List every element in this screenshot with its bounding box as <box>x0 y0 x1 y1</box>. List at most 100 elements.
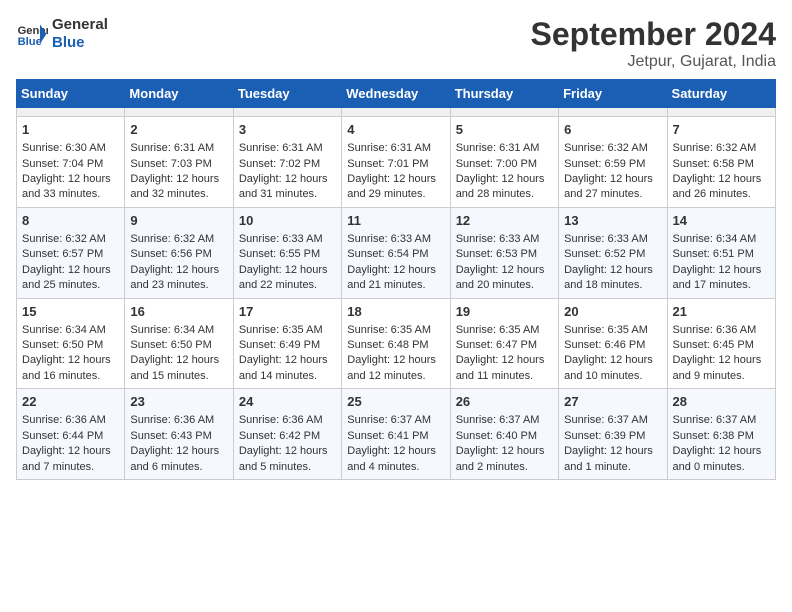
calendar-row-3: 8Sunrise: 6:32 AMSunset: 6:57 PMDaylight… <box>17 207 776 298</box>
day-info: Daylight: 12 hours <box>347 172 444 187</box>
day-number: 2 <box>130 121 227 139</box>
day-info: and 21 minutes. <box>347 278 444 293</box>
day-number: 13 <box>564 212 661 230</box>
day-info: Sunset: 6:44 PM <box>22 429 119 444</box>
col-monday: Monday <box>125 80 233 108</box>
day-info: Sunset: 6:46 PM <box>564 338 661 353</box>
table-cell: 1Sunrise: 6:30 AMSunset: 7:04 PMDaylight… <box>17 117 125 208</box>
day-info: and 17 minutes. <box>673 278 770 293</box>
day-info: Sunrise: 6:33 AM <box>456 232 553 247</box>
table-cell: 8 Sunrise: 6:32 AMSunset: 6:57 PMDaylight… <box>17 207 125 298</box>
col-wednesday: Wednesday <box>342 80 450 108</box>
table-cell: 4Sunrise: 6:31 AMSunset: 7:01 PMDaylight… <box>342 117 450 208</box>
page-header: General Blue General Blue September 2024… <box>16 16 776 71</box>
table-cell: 24Sunrise: 6:36 AMSunset: 6:42 PMDayligh… <box>233 389 341 480</box>
day-info: and 15 minutes. <box>130 369 227 384</box>
logo-text-blue: Blue <box>52 34 108 52</box>
day-info: Sunset: 6:47 PM <box>456 338 553 353</box>
day-number: 24 <box>239 393 336 411</box>
day-info: Daylight: 12 hours <box>130 263 227 278</box>
day-info: Sunset: 6:50 PM <box>22 338 119 353</box>
day-info: Sunrise: 6:35 AM <box>239 323 336 338</box>
table-cell <box>342 108 450 117</box>
day-number: 8 <box>22 212 119 230</box>
day-info: Sunrise: 6:36 AM <box>22 413 119 428</box>
day-info: Daylight: 12 hours <box>673 444 770 459</box>
title-block: September 2024 Jetpur, Gujarat, India <box>531 16 776 71</box>
table-cell: 23Sunrise: 6:36 AMSunset: 6:43 PMDayligh… <box>125 389 233 480</box>
table-cell: 20Sunrise: 6:35 AMSunset: 6:46 PMDayligh… <box>559 298 667 389</box>
calendar-table: Sunday Monday Tuesday Wednesday Thursday… <box>16 79 776 480</box>
day-info: Daylight: 12 hours <box>239 353 336 368</box>
day-number: 14 <box>673 212 770 230</box>
day-info: Sunrise: 6:35 AM <box>456 323 553 338</box>
day-info: and 14 minutes. <box>239 369 336 384</box>
table-cell: 27Sunrise: 6:37 AMSunset: 6:39 PMDayligh… <box>559 389 667 480</box>
day-number: 15 <box>22 303 119 321</box>
calendar-row-2: 1Sunrise: 6:30 AMSunset: 7:04 PMDaylight… <box>17 117 776 208</box>
day-info: Daylight: 12 hours <box>22 263 119 278</box>
day-info: Daylight: 12 hours <box>564 172 661 187</box>
day-info: Sunset: 6:52 PM <box>564 247 661 262</box>
day-info: Sunrise: 6:36 AM <box>673 323 770 338</box>
col-friday: Friday <box>559 80 667 108</box>
day-info: Sunset: 7:00 PM <box>456 157 553 172</box>
day-info: Sunset: 6:49 PM <box>239 338 336 353</box>
logo-icon: General Blue <box>16 18 48 50</box>
day-info: Sunrise: 6:37 AM <box>564 413 661 428</box>
day-number: 5 <box>456 121 553 139</box>
day-info: and 1 minute. <box>564 460 661 475</box>
table-cell: 19Sunrise: 6:35 AMSunset: 6:47 PMDayligh… <box>450 298 558 389</box>
day-info: Sunset: 7:02 PM <box>239 157 336 172</box>
day-info: Sunset: 6:40 PM <box>456 429 553 444</box>
table-cell: 12Sunrise: 6:33 AMSunset: 6:53 PMDayligh… <box>450 207 558 298</box>
day-number: 9 <box>130 212 227 230</box>
day-number: 17 <box>239 303 336 321</box>
table-cell <box>125 108 233 117</box>
day-number: 25 <box>347 393 444 411</box>
day-info: Sunrise: 6:34 AM <box>673 232 770 247</box>
table-cell: 21Sunrise: 6:36 AMSunset: 6:45 PMDayligh… <box>667 298 775 389</box>
day-info: and 2 minutes. <box>456 460 553 475</box>
calendar-row-4: 15Sunrise: 6:34 AMSunset: 6:50 PMDayligh… <box>17 298 776 389</box>
day-info: Daylight: 12 hours <box>673 353 770 368</box>
day-info: Daylight: 12 hours <box>130 353 227 368</box>
table-cell <box>17 108 125 117</box>
location: Jetpur, Gujarat, India <box>531 53 776 71</box>
day-info: and 6 minutes. <box>130 460 227 475</box>
table-cell <box>559 108 667 117</box>
day-info: Sunrise: 6:32 AM <box>673 141 770 156</box>
table-cell: 9Sunrise: 6:32 AMSunset: 6:56 PMDaylight… <box>125 207 233 298</box>
day-number: 26 <box>456 393 553 411</box>
day-info: and 29 minutes. <box>347 187 444 202</box>
day-info: Sunrise: 6:35 AM <box>564 323 661 338</box>
day-info: Sunrise: 6:32 AM <box>22 232 119 247</box>
logo-text-general: General <box>52 16 108 34</box>
day-number: 7 <box>673 121 770 139</box>
day-info: Daylight: 12 hours <box>22 353 119 368</box>
day-info: and 0 minutes. <box>673 460 770 475</box>
day-info: and 20 minutes. <box>456 278 553 293</box>
day-info: Sunrise: 6:31 AM <box>130 141 227 156</box>
col-sunday: Sunday <box>17 80 125 108</box>
day-info: and 10 minutes. <box>564 369 661 384</box>
day-info: Sunrise: 6:33 AM <box>347 232 444 247</box>
table-cell: 22Sunrise: 6:36 AMSunset: 6:44 PMDayligh… <box>17 389 125 480</box>
day-info: Sunrise: 6:33 AM <box>564 232 661 247</box>
day-info: Daylight: 12 hours <box>130 444 227 459</box>
day-info: Sunset: 6:43 PM <box>130 429 227 444</box>
day-info: Sunset: 6:57 PM <box>22 247 119 262</box>
day-info: Sunset: 6:39 PM <box>564 429 661 444</box>
day-info: Daylight: 12 hours <box>456 353 553 368</box>
day-info: Sunrise: 6:31 AM <box>456 141 553 156</box>
day-info: Sunrise: 6:31 AM <box>239 141 336 156</box>
day-info: Daylight: 12 hours <box>564 353 661 368</box>
table-cell: 6Sunrise: 6:32 AMSunset: 6:59 PMDaylight… <box>559 117 667 208</box>
day-number: 18 <box>347 303 444 321</box>
day-info: and 4 minutes. <box>347 460 444 475</box>
day-info: and 27 minutes. <box>564 187 661 202</box>
table-cell: 26Sunrise: 6:37 AMSunset: 6:40 PMDayligh… <box>450 389 558 480</box>
month-title: September 2024 <box>531 16 776 53</box>
day-info: Daylight: 12 hours <box>673 263 770 278</box>
day-info: Sunset: 6:55 PM <box>239 247 336 262</box>
